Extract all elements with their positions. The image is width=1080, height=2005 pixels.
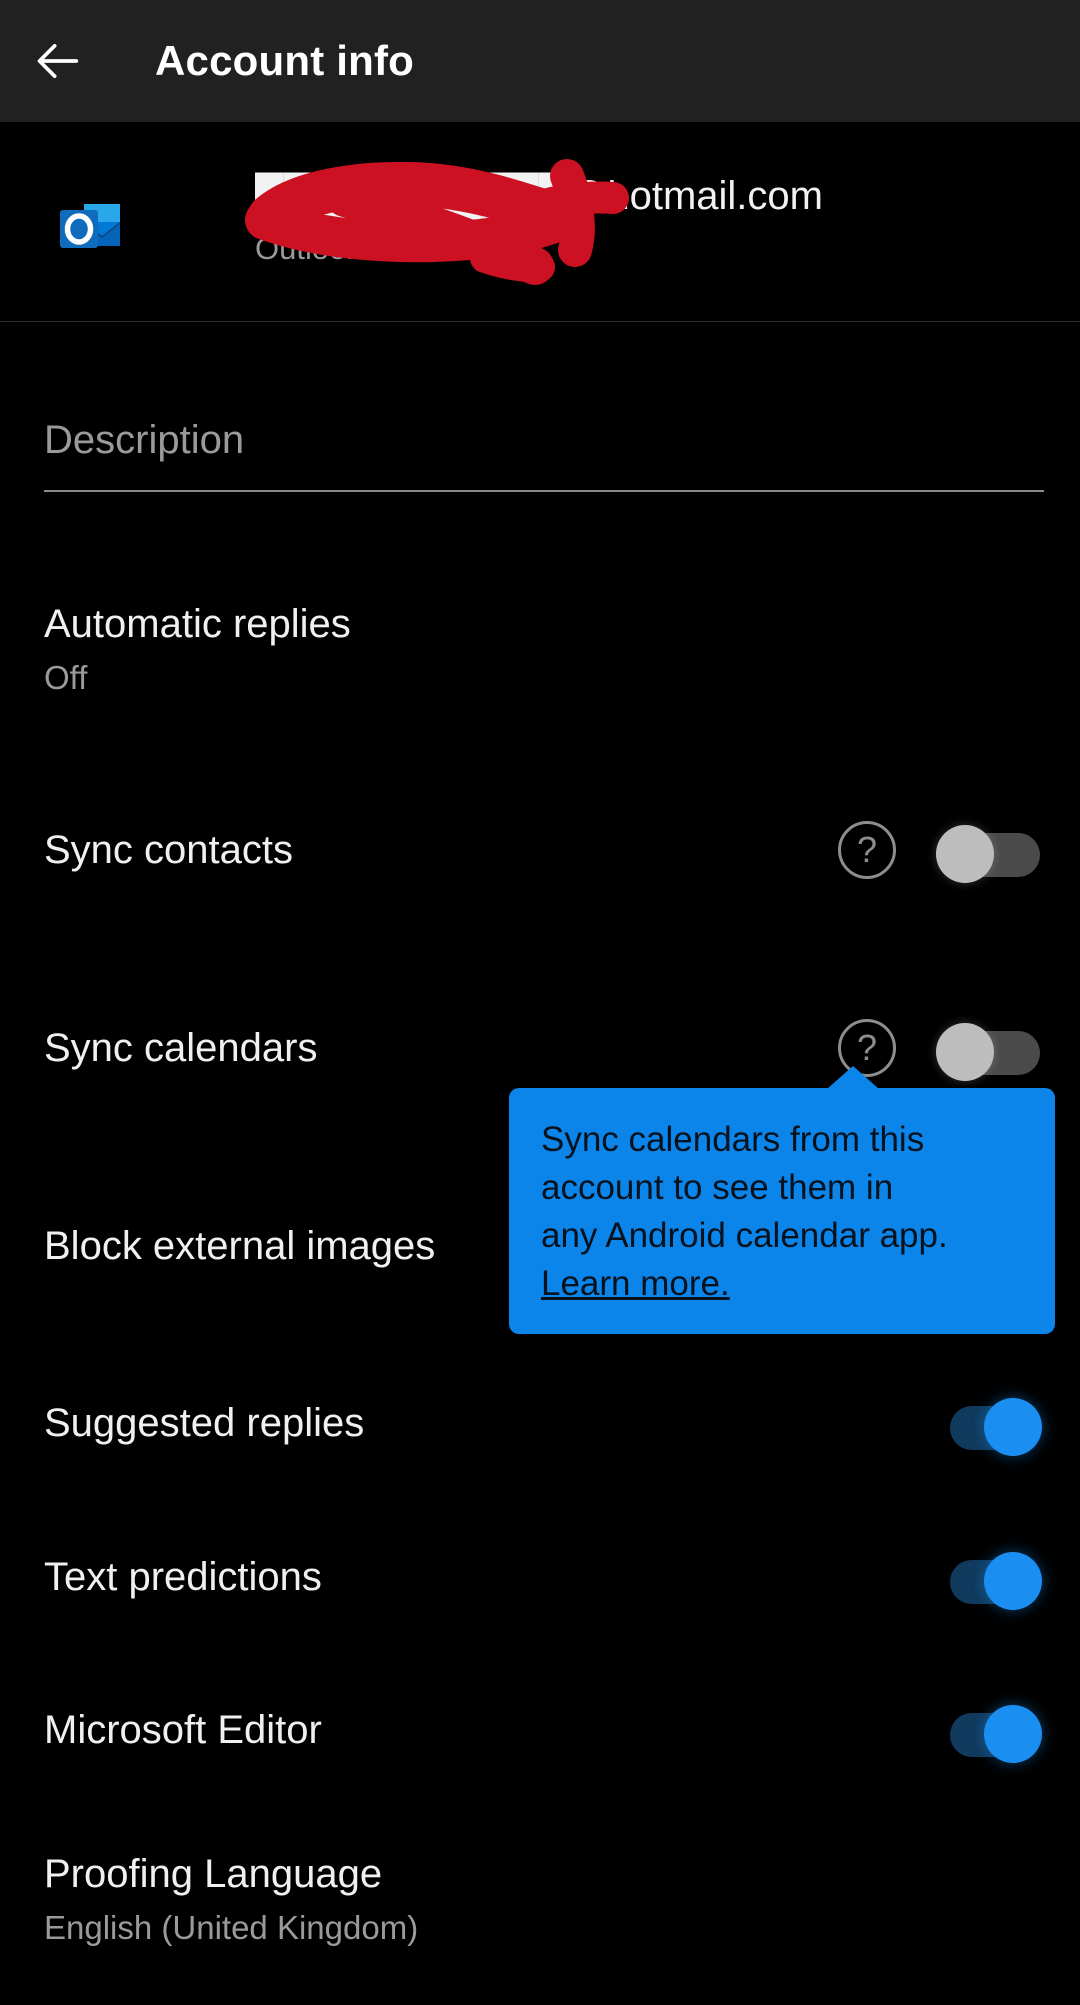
setting-row-microsoft-editor[interactable]: Microsoft Editor	[0, 1692, 1080, 1768]
sync-calendars-toggle[interactable]	[936, 1023, 1040, 1081]
setting-subtitle: English (United Kingdom)	[44, 1909, 419, 1946]
setting-title: Text predictions	[44, 1555, 322, 1599]
row-text: Sync contacts	[44, 825, 838, 875]
tooltip-line-1: Sync calendars from this	[541, 1120, 925, 1159]
tooltip-arrow	[827, 1066, 879, 1089]
setting-row-sync-calendars[interactable]: Sync calendars ?	[0, 1010, 1080, 1086]
row-text: Automatic replies Off	[44, 599, 1040, 701]
setting-subtitle: Off	[44, 659, 88, 696]
row-accessories	[940, 1552, 1042, 1610]
tooltip-line-3: any Android calendar app.	[541, 1216, 948, 1255]
toggle-thumb	[984, 1705, 1042, 1763]
setting-row-text-predictions[interactable]: Text predictions	[0, 1539, 1080, 1615]
setting-row-proofing-language[interactable]: Proofing Language English (United Kingdo…	[0, 1845, 1080, 1955]
back-button[interactable]	[0, 0, 118, 122]
row-text: Sync calendars	[44, 1023, 838, 1073]
app-bar: Account info	[0, 0, 1080, 122]
setting-title: Suggested replies	[44, 1401, 365, 1445]
suggested-replies-toggle[interactable]	[940, 1398, 1042, 1456]
setting-title: Proofing Language	[44, 1852, 383, 1896]
tooltip-line-2: account to see them in	[541, 1168, 894, 1207]
row-text: Proofing Language English (United Kingdo…	[44, 1849, 1040, 1951]
row-text: Text predictions	[44, 1552, 940, 1602]
row-accessories	[940, 1705, 1042, 1763]
arrow-left-icon	[33, 35, 85, 87]
setting-title: Sync calendars	[44, 1026, 318, 1070]
page-title: Account info	[155, 37, 415, 84]
description-input[interactable]	[44, 412, 1044, 490]
description-underline	[44, 490, 1044, 492]
question-mark-glyph: ?	[856, 1027, 878, 1068]
toggle-thumb	[984, 1552, 1042, 1610]
sync-calendars-tooltip: Sync calendars from this account to see …	[509, 1066, 1055, 1334]
account-info-screen: Account info ███████████@hotmail.com Out…	[0, 0, 1080, 2005]
row-text: Microsoft Editor	[44, 1705, 940, 1755]
row-accessories	[940, 1398, 1042, 1456]
account-text: ███████████@hotmail.com Outlook	[245, 158, 823, 285]
microsoft-editor-toggle[interactable]	[940, 1705, 1042, 1763]
row-accessories: ?	[838, 821, 1040, 883]
setting-row-suggested-replies[interactable]: Suggested replies	[0, 1385, 1080, 1461]
sync-contacts-toggle[interactable]	[936, 825, 1040, 883]
sync-contacts-help-icon[interactable]: ?	[838, 821, 896, 879]
description-field[interactable]	[44, 412, 1044, 492]
question-mark-glyph: ?	[856, 829, 878, 870]
row-text: Suggested replies	[44, 1398, 940, 1448]
setting-row-automatic-replies[interactable]: Automatic replies Off	[0, 595, 1080, 705]
account-email: ███████████@hotmail.com	[255, 173, 823, 218]
toggle-thumb	[936, 825, 994, 883]
toggle-thumb	[984, 1398, 1042, 1456]
outlook-icon	[58, 194, 120, 256]
setting-title: Sync contacts	[44, 828, 294, 872]
setting-title: Microsoft Editor	[44, 1708, 322, 1752]
setting-title: Automatic replies	[44, 602, 351, 646]
account-header-row[interactable]: ███████████@hotmail.com Outlook	[0, 122, 1080, 322]
learn-more-link[interactable]: Learn more.	[541, 1260, 730, 1308]
setting-row-sync-contacts[interactable]: Sync contacts ?	[0, 812, 1080, 888]
text-predictions-toggle[interactable]	[940, 1552, 1042, 1610]
account-type: Outlook	[255, 230, 362, 266]
toggle-thumb	[936, 1023, 994, 1081]
